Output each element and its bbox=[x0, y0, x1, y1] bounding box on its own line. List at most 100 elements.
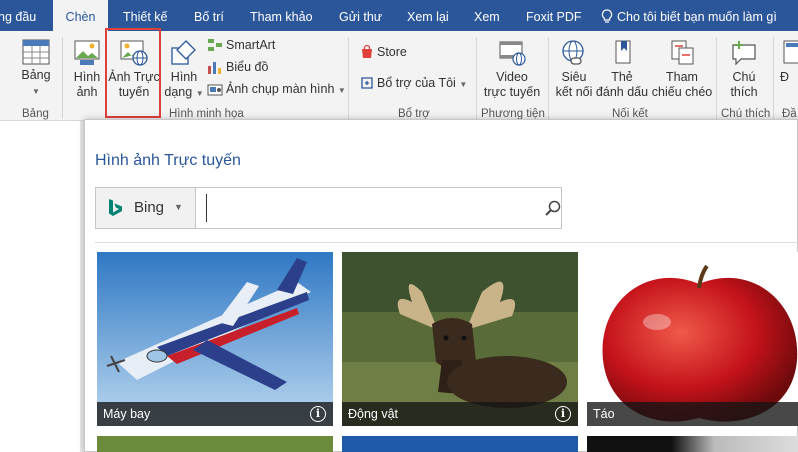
table-button[interactable]: Bảng ▼ bbox=[18, 39, 54, 99]
tab-insert[interactable]: Chèn bbox=[53, 0, 108, 31]
hyperlink-label-line1: Siêu bbox=[561, 70, 587, 84]
smartart-button[interactable]: SmartArt bbox=[207, 35, 275, 55]
shapes-button[interactable]: Hình dạng ▼ bbox=[164, 39, 204, 101]
screenshot-icon bbox=[207, 84, 223, 96]
table-button-label: Bảng bbox=[21, 68, 51, 82]
pictures-label-line1: Hình bbox=[73, 70, 101, 84]
image-tile-apple[interactable]: Táo bbox=[587, 252, 798, 426]
dialog-divider bbox=[95, 242, 798, 243]
header-partial-label: Đ bbox=[780, 70, 790, 84]
my-addins-icon bbox=[361, 77, 373, 89]
store-button[interactable]: Store bbox=[360, 42, 407, 62]
my-addins-button[interactable]: Bổ trợ của Tôi ▼ bbox=[360, 73, 467, 93]
online-video-icon bbox=[499, 41, 526, 66]
tab-foxit-pdf[interactable]: Foxit PDF bbox=[526, 0, 582, 31]
info-icon[interactable]: i bbox=[555, 406, 571, 422]
chart-button[interactable]: Biểu đồ bbox=[207, 57, 268, 77]
tell-me-box[interactable]: Cho tôi biết bạn muốn làm gì bbox=[601, 0, 777, 31]
tab-home[interactable]: ng đầu bbox=[0, 0, 36, 31]
shapes-dropdown-icon: ▼ bbox=[195, 89, 204, 98]
search-icon[interactable] bbox=[545, 200, 561, 216]
tab-references[interactable]: Tham khảo bbox=[250, 0, 313, 31]
cross-reference-label-line2: chiếu chéo bbox=[651, 85, 713, 99]
tile-caption-bar: Động vật i bbox=[342, 402, 578, 426]
store-label: Store bbox=[377, 45, 407, 59]
shapes-icon bbox=[171, 40, 196, 65]
shapes-label-line1: Hình bbox=[170, 70, 198, 84]
image-tile-airplane[interactable]: Máy bay i bbox=[97, 252, 333, 426]
tile-label: Máy bay bbox=[103, 407, 151, 421]
picture-icon bbox=[74, 40, 100, 65]
my-addins-dropdown-icon: ▼ bbox=[459, 80, 468, 89]
bookmark-label-line1: Thẻ bbox=[611, 70, 633, 84]
bookmark-button[interactable]: Thẻ đánh dấu bbox=[595, 39, 649, 100]
highlight-box bbox=[105, 28, 161, 118]
comment-icon bbox=[732, 41, 756, 66]
image-tile-row2[interactable] bbox=[587, 436, 798, 452]
image-tile-row2[interactable] bbox=[342, 436, 578, 452]
info-icon[interactable]: i bbox=[310, 406, 326, 422]
table-dropdown-icon: ▼ bbox=[32, 87, 40, 96]
store-icon bbox=[362, 44, 372, 58]
tab-review[interactable]: Xem lại bbox=[407, 0, 449, 31]
cross-reference-button[interactable]: Tham chiếu chéo bbox=[651, 39, 713, 100]
screenshot-dropdown-icon: ▼ bbox=[337, 86, 346, 95]
pictures-label-line2: ảnh bbox=[76, 85, 98, 99]
tab-design[interactable]: Thiết kế bbox=[123, 0, 167, 31]
screenshot-button[interactable]: Ảnh chụp màn hình ▼ bbox=[207, 79, 346, 99]
hyperlink-label-line2: kết nối bbox=[555, 85, 593, 99]
header-icon bbox=[783, 40, 798, 64]
search-input[interactable] bbox=[206, 194, 526, 222]
online-video-label-line2: trực tuyến bbox=[483, 85, 541, 99]
hyperlink-icon bbox=[562, 40, 584, 65]
tile-label: Động vật bbox=[348, 407, 399, 421]
comment-label-line1: Chú bbox=[732, 70, 756, 84]
tab-mailings[interactable]: Gửi thư bbox=[339, 0, 382, 31]
dialog-title: Hình ảnh Trực tuyến bbox=[95, 152, 241, 169]
document-page[interactable] bbox=[0, 121, 80, 452]
bookmark-label-line2: đánh dấu bbox=[595, 85, 649, 99]
pictures-button[interactable]: Hình ảnh bbox=[70, 39, 104, 100]
ribbon-tab-bar: ng đầu Chèn Thiết kế Bố trí Tham khảo Gử… bbox=[0, 0, 798, 31]
search-provider-dropdown[interactable]: Bing ▼ bbox=[96, 188, 196, 228]
tab-layout[interactable]: Bố trí bbox=[194, 0, 224, 31]
shapes-label-line2: dạng bbox=[164, 85, 193, 99]
bookmark-icon bbox=[615, 40, 631, 64]
online-pictures-dialog: Hình ảnh Trực tuyến Bing ▼ Máy bay i Độn… bbox=[84, 119, 798, 452]
screenshot-label: Ảnh chụp màn hình bbox=[226, 82, 335, 96]
tab-view[interactable]: Xem bbox=[474, 0, 500, 31]
group-separator bbox=[348, 37, 349, 119]
airplane-image bbox=[97, 252, 333, 426]
table-icon bbox=[22, 39, 50, 65]
tile-caption-bar: Táo bbox=[587, 402, 798, 426]
moose-image bbox=[342, 252, 578, 426]
lightbulb-icon bbox=[601, 9, 613, 23]
smartart-icon bbox=[208, 39, 222, 51]
search-box: Bing ▼ bbox=[95, 187, 562, 229]
chart-label: Biểu đồ bbox=[226, 60, 269, 74]
comment-label-line2: thích bbox=[730, 85, 758, 99]
group-separator bbox=[773, 37, 774, 119]
apple-image bbox=[587, 252, 798, 426]
group-separator bbox=[548, 37, 549, 119]
tile-caption-bar: Máy bay i bbox=[97, 402, 333, 426]
image-tile-row2[interactable] bbox=[97, 436, 333, 452]
cross-reference-label-line1: Tham bbox=[666, 70, 698, 84]
bing-logo-icon bbox=[109, 199, 122, 216]
cross-reference-icon bbox=[671, 40, 694, 65]
tell-me-text: Cho tôi biết bạn muốn làm gì bbox=[617, 10, 777, 24]
group-separator bbox=[476, 37, 477, 119]
online-video-button[interactable]: Video trực tuyến bbox=[480, 39, 544, 100]
group-label-tables: Bảng bbox=[22, 108, 49, 120]
online-video-label-line1: Video bbox=[496, 70, 528, 84]
smartart-label: SmartArt bbox=[226, 38, 276, 52]
comment-button[interactable]: Chú thích bbox=[720, 39, 768, 100]
chart-icon bbox=[208, 62, 221, 74]
hyperlink-button[interactable]: Siêu kết nối bbox=[552, 39, 596, 100]
provider-dropdown-icon: ▼ bbox=[174, 202, 183, 212]
group-separator bbox=[62, 37, 63, 119]
search-provider-label: Bing bbox=[134, 199, 165, 216]
header-footer-button[interactable]: Đ bbox=[780, 39, 798, 85]
image-tile-animals[interactable]: Động vật i bbox=[342, 252, 578, 426]
my-addins-label: Bổ trợ của Tôi bbox=[377, 76, 456, 90]
